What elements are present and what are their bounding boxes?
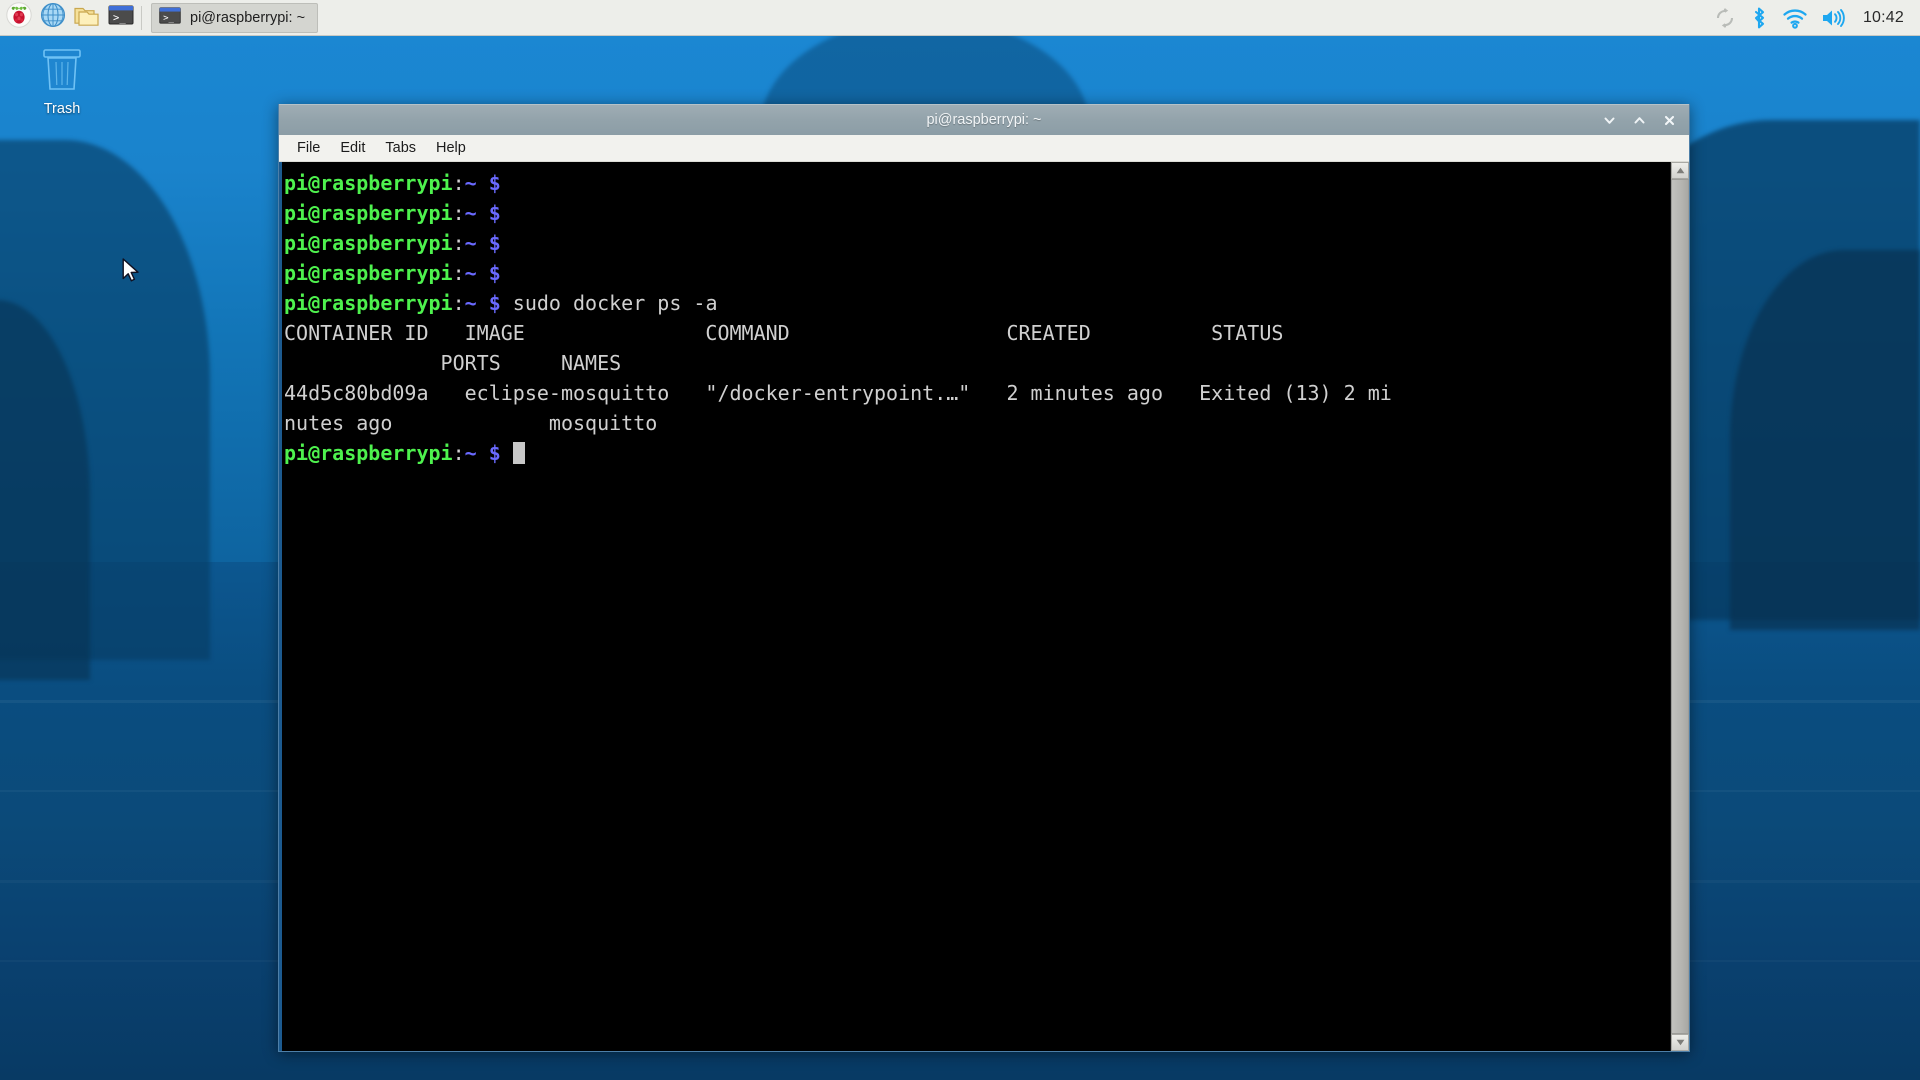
window-controls	[1601, 112, 1689, 129]
terminal-prompt-colon: :	[452, 201, 465, 225]
scrollbar-thumb[interactable]	[1671, 179, 1689, 1034]
terminal-prompt-colon: :	[452, 441, 465, 465]
taskbar: >_ >_ pi@raspberrypi: ~ 10:42	[0, 0, 1920, 36]
svg-text:>_: >_	[163, 13, 174, 23]
chevron-up-icon	[1634, 116, 1645, 123]
terminal-prompt-symbol: $	[488, 261, 501, 285]
triangle-up-icon	[1676, 167, 1684, 174]
scrollbar-track[interactable]	[1671, 179, 1689, 1034]
speaker-icon[interactable]	[1821, 7, 1847, 29]
close-icon	[1664, 115, 1675, 125]
terminal-output: CONTAINER ID IMAGE COMMAND CREATED STATU…	[284, 321, 1284, 345]
terminal-line: CONTAINER ID IMAGE COMMAND CREATED STATU…	[284, 318, 1670, 348]
terminal-prompt-path: ~	[464, 171, 477, 195]
terminal-line: PORTS NAMES	[284, 348, 1670, 378]
terminal-body[interactable]: pi@raspberrypi:~ $ pi@raspberrypi:~ $ pi@r…	[279, 162, 1689, 1051]
terminal-prompt-user: pi@raspberrypi	[284, 171, 453, 195]
wifi-icon[interactable]	[1782, 7, 1808, 29]
terminal-prompt-symbol: $	[488, 291, 501, 315]
taskbar-separator	[141, 5, 142, 30]
terminal-prompt-path: ~	[464, 231, 477, 255]
terminal-menubar: File Edit Tabs Help	[279, 135, 1689, 162]
raspberry-icon	[6, 2, 32, 33]
maximize-button[interactable]	[1631, 112, 1648, 129]
terminal-prompt-symbol: $	[488, 441, 501, 465]
terminal-line: pi@raspberrypi:~ $	[284, 258, 1670, 288]
terminal-line: pi@raspberrypi:~ $	[284, 198, 1670, 228]
menu-file[interactable]: File	[288, 137, 329, 159]
terminal-line: 44d5c80bd09a eclipse-mosquitto "/docker-…	[284, 378, 1670, 408]
terminal-cursor	[512, 442, 525, 464]
terminal-prompt-user: pi@raspberrypi	[284, 441, 453, 465]
terminal-window[interactable]: pi@raspberrypi: ~ File Edit Tabs Help pi…	[278, 104, 1690, 1052]
terminal-command	[501, 441, 513, 465]
terminal-prompt-user: pi@raspberrypi	[284, 201, 453, 225]
svg-text:>_: >_	[113, 12, 126, 24]
terminal-prompt-symbol: $	[488, 171, 501, 195]
window-title: pi@raspberrypi: ~	[926, 112, 1042, 128]
web-browser-button[interactable]	[36, 1, 70, 35]
bluetooth-icon[interactable]	[1749, 6, 1769, 30]
triangle-down-icon	[1676, 1039, 1684, 1046]
taskbar-window-terminal[interactable]: >_ pi@raspberrypi: ~	[151, 2, 319, 33]
trash-icon	[40, 46, 84, 97]
raspberry-menu-button[interactable]	[2, 1, 36, 35]
desktop-icon-label: Trash	[43, 101, 81, 117]
minimize-button[interactable]	[1601, 112, 1618, 129]
terminal-prompt-path: ~	[464, 441, 477, 465]
globe-icon	[40, 2, 66, 33]
terminal-prompt-user: pi@raspberrypi	[284, 231, 453, 255]
task-window-list: >_ pi@raspberrypi: ~	[151, 1, 319, 35]
scrollbar-down-button[interactable]	[1671, 1034, 1689, 1051]
terminal-prompt-colon: :	[452, 171, 465, 195]
terminal-line: nutes ago mosquitto	[284, 408, 1670, 438]
terminal-output: nutes ago mosquitto	[284, 411, 658, 435]
terminal-prompt-colon: :	[452, 231, 465, 255]
menu-edit[interactable]: Edit	[331, 137, 374, 159]
terminal-prompt-user: pi@raspberrypi	[284, 291, 453, 315]
desktop-icon-trash[interactable]: Trash	[14, 40, 110, 121]
desktop-icon-area: Trash	[0, 40, 110, 121]
terminal-line: pi@raspberrypi:~ $ sudo docker ps -a	[284, 288, 1670, 318]
terminal-prompt-symbol: $	[488, 201, 501, 225]
close-button[interactable]	[1661, 112, 1678, 129]
terminal-prompt-path: ~	[464, 201, 477, 225]
scrollbar-up-button[interactable]	[1671, 162, 1689, 179]
terminal-prompt-symbol: $	[488, 231, 501, 255]
menu-help[interactable]: Help	[427, 137, 475, 159]
terminal-prompt-colon: :	[452, 291, 465, 315]
menu-tabs[interactable]: Tabs	[376, 137, 425, 159]
terminal-icon: >_	[158, 5, 182, 31]
terminal-prompt-path: ~	[464, 261, 477, 285]
terminal-scrollbar[interactable]	[1670, 162, 1689, 1051]
terminal-icon: >_	[107, 3, 135, 32]
folder-icon	[73, 3, 101, 32]
terminal-screen[interactable]: pi@raspberrypi:~ $ pi@raspberrypi:~ $ pi@r…	[282, 162, 1670, 1051]
terminal-line: pi@raspberrypi:~ $	[284, 438, 1670, 468]
terminal-command: sudo docker ps -a	[500, 291, 718, 315]
taskbar-clock[interactable]: 10:42	[1863, 9, 1904, 27]
terminal-line: pi@raspberrypi:~ $	[284, 228, 1670, 258]
terminal-line: pi@raspberrypi:~ $	[284, 168, 1670, 198]
taskbar-window-label: pi@raspberrypi: ~	[190, 9, 306, 26]
chevron-down-icon	[1604, 117, 1615, 124]
eject-icon[interactable]	[1714, 7, 1736, 29]
terminal-prompt-colon: :	[452, 261, 465, 285]
window-titlebar[interactable]: pi@raspberrypi: ~	[279, 104, 1689, 135]
terminal-prompt-user: pi@raspberrypi	[284, 261, 453, 285]
terminal-prompt-path: ~	[464, 291, 477, 315]
terminal-output: 44d5c80bd09a eclipse-mosquitto "/docker-…	[284, 381, 1392, 405]
terminal-output: PORTS NAMES	[284, 351, 622, 375]
file-manager-button[interactable]	[70, 1, 104, 35]
terminal-launcher-button[interactable]: >_	[104, 1, 138, 35]
system-tray: 10:42	[1714, 0, 1920, 36]
